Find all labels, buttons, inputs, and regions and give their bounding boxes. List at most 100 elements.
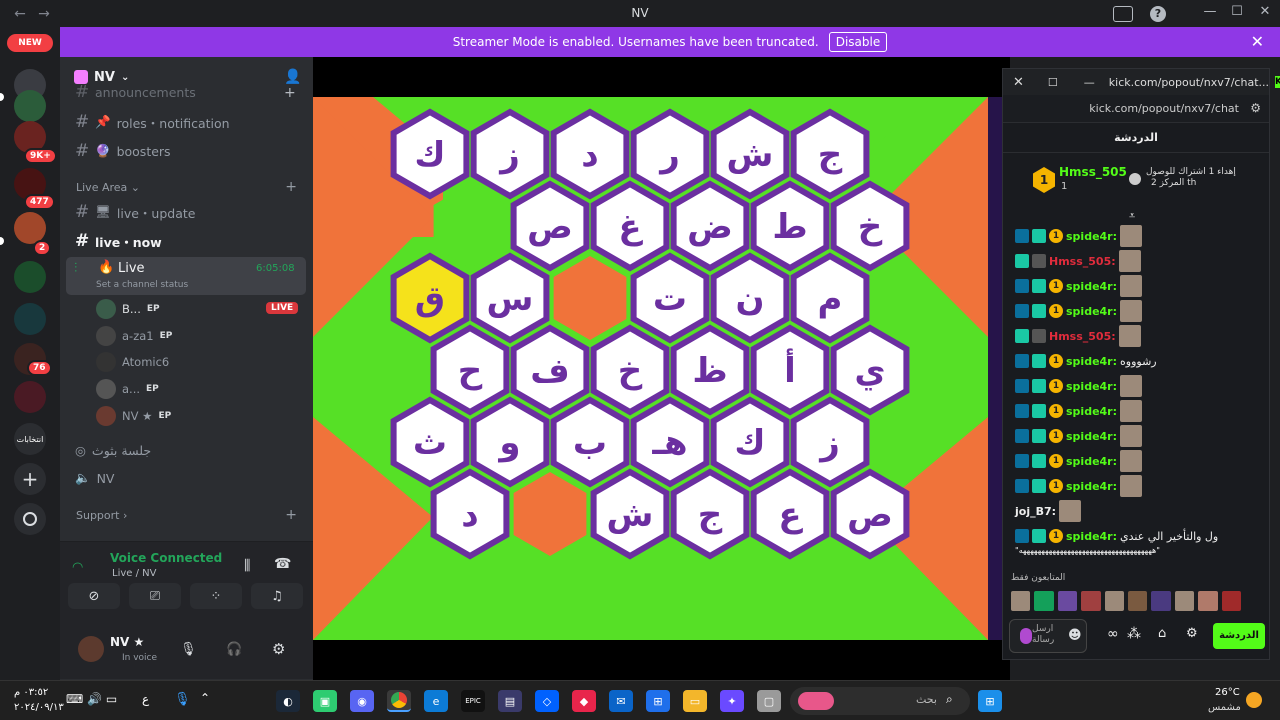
chrome-icon[interactable]	[387, 690, 411, 712]
tray-chevron-icon[interactable]: ⌃	[200, 691, 210, 705]
file-explorer-icon[interactable]: ▭	[683, 690, 707, 712]
close-icon[interactable]: ✕	[1013, 75, 1024, 90]
chat-message[interactable]: 1 spide4r: ول والتأخير الي عندي	[1015, 525, 1218, 547]
chat-username[interactable]: joj_B7:	[1015, 505, 1056, 518]
chat-username[interactable]: spide4r:	[1066, 305, 1117, 318]
category-support[interactable]: Support ›	[76, 509, 127, 522]
search-box[interactable]: بحث ⌕	[790, 687, 970, 715]
chat-settings-icon[interactable]: ⚙	[1186, 626, 1198, 641]
microphone-icon[interactable]: 🎙	[180, 642, 197, 657]
chat-username[interactable]: spide4r:	[1066, 355, 1117, 368]
store-icon[interactable]: ⌂	[1158, 626, 1166, 641]
discord-icon[interactable]: ◉	[350, 690, 374, 712]
hex-letter-board[interactable]: ك ز د ر ش ج ص غ ض ط خ ق س ت ن م ح ف خ ظ أ ي ث و ب هـ ك ز د ش ج ع ص	[313, 97, 988, 640]
hex-cell[interactable]	[513, 472, 587, 556]
add-server-icon[interactable]: +	[14, 463, 46, 495]
voice-channel-jalsa[interactable]: ◎ جلسة بثوث	[68, 437, 306, 463]
headphones-icon[interactable]: 🎧	[226, 642, 242, 657]
minimize-icon[interactable]: —	[1084, 76, 1095, 89]
server-icon-active[interactable]	[14, 261, 46, 293]
weather-temp[interactable]: 26°C	[1215, 687, 1240, 698]
chat-message[interactable]: joj_B7:	[1015, 500, 1082, 522]
add-channel-icon[interactable]: +	[285, 179, 297, 195]
close-button[interactable]: ✕	[1255, 4, 1275, 22]
channel-status[interactable]: Set a channel status	[96, 280, 188, 290]
chat-username[interactable]: spide4r:	[1066, 405, 1117, 418]
chat-input[interactable]: ارسل رسالة ☻	[1009, 619, 1087, 653]
chat-username[interactable]: spide4r:	[1066, 480, 1117, 493]
chat-message[interactable]: Hmss_505:	[1015, 325, 1141, 347]
epic-games-icon[interactable]: EPIC	[461, 690, 485, 712]
chat-message[interactable]: 1 spide4r:	[1015, 300, 1143, 322]
chat-username[interactable]: spide4r:	[1066, 230, 1117, 243]
inbox-icon[interactable]	[1113, 6, 1133, 22]
chat-username[interactable]: spide4r:	[1066, 280, 1117, 293]
discover-icon[interactable]	[14, 503, 46, 535]
user-avatar[interactable]	[78, 636, 104, 662]
voice-user[interactable]: a... EP	[96, 377, 159, 401]
app-icon[interactable]: ◆	[572, 690, 596, 712]
hex-cell[interactable]	[433, 184, 507, 268]
gifter-name[interactable]: Hmss_505	[1059, 165, 1127, 179]
voice-user[interactable]: NV ★ EP	[96, 404, 171, 428]
camera-off-button[interactable]: ⊘	[68, 583, 120, 609]
channel-live-update[interactable]: # 🖥 live・update	[68, 199, 306, 225]
tray-icons[interactable]: ⌨ 🔊 ▭	[66, 692, 117, 706]
dropbox-icon[interactable]: ◇	[535, 690, 559, 712]
voice-channel[interactable]: Live / NV	[112, 568, 156, 579]
chat-username[interactable]: Hmss_505:	[1049, 330, 1116, 343]
chat-message[interactable]: 1 spide4r:	[1015, 275, 1143, 297]
disable-button[interactable]: Disable	[828, 32, 888, 52]
clock-time[interactable]: ٠٣:٥٢ م	[14, 687, 48, 698]
app-icon[interactable]: ▤	[498, 690, 522, 712]
server-icon[interactable]	[14, 381, 46, 413]
emoji-icon[interactable]: ☻	[1068, 628, 1082, 643]
hex-cell[interactable]	[553, 256, 627, 340]
chat-username[interactable]: spide4r:	[1066, 380, 1117, 393]
disconnect-icon[interactable]: ☎	[274, 556, 291, 572]
stream-view[interactable]: ك ز د ر ش ج ص غ ض ط خ ق س ت ن م ح ف خ ظ أ ي ث و ب هـ ك ز د ش ج ع ص	[313, 57, 1010, 680]
chat-message[interactable]: 1 spide4r: رشوووه	[1015, 350, 1157, 372]
new-badge[interactable]: NEW	[7, 34, 53, 52]
soundboard-button[interactable]: ♫	[251, 583, 303, 609]
mic-icon[interactable]: 🎙	[174, 692, 191, 707]
channel-boosters[interactable]: # 🔮 boosters	[68, 138, 306, 164]
chat-send-button[interactable]: الدردشة	[1213, 623, 1265, 649]
url-bar[interactable]: kick.com/popout/nxv7/chat ⚙	[1003, 95, 1269, 123]
chat-message[interactable]: 1 spide4r:	[1015, 375, 1143, 397]
voice-channel-nv[interactable]: 🔈 NV	[68, 465, 306, 491]
chat-message[interactable]: 1 spide4r:	[1015, 400, 1143, 422]
store-icon[interactable]: ⊞	[646, 690, 670, 712]
voice-user[interactable]: Atomic6	[96, 350, 169, 374]
app-icon[interactable]: ▣	[313, 690, 337, 712]
server-icon[interactable]	[14, 303, 46, 335]
minimize-button[interactable]: —	[1200, 4, 1220, 22]
steam-icon[interactable]: ◐	[276, 690, 300, 712]
voice-user[interactable]: B... EP	[96, 297, 160, 321]
channel-roles[interactable]: # 📌 roles・notification	[68, 109, 306, 135]
chat-username[interactable]: spide4r:	[1066, 530, 1117, 543]
people-icon[interactable]: ⁂	[1127, 626, 1141, 642]
clock-date[interactable]: ٢٠٢٤/٠٩/١٣	[14, 702, 64, 713]
close-icon[interactable]: ✕	[1251, 32, 1264, 51]
chat-username[interactable]: spide4r:	[1066, 430, 1117, 443]
language-indicator[interactable]: ع	[142, 692, 149, 706]
noise-suppression-icon[interactable]: ⫼	[244, 558, 250, 574]
chat-message[interactable]: Hmss_505:	[1015, 250, 1141, 272]
add-channel-icon[interactable]: +	[285, 507, 297, 523]
app-icon[interactable]: ▢	[757, 690, 781, 712]
edge-icon[interactable]: e	[424, 690, 448, 712]
help-icon[interactable]: ?	[1150, 6, 1166, 22]
voice-channel-live[interactable]: ⫶ 🔥 Live 6:05:08 Set a channel status	[66, 257, 306, 295]
category-live-area[interactable]: Live Area ⌄	[76, 181, 140, 194]
voice-status[interactable]: Voice Connected	[110, 551, 222, 565]
infinity-icon[interactable]: ∞	[1107, 626, 1119, 642]
settings-gear-icon[interactable]: ⚙	[272, 640, 285, 658]
chat-username[interactable]: Hmss_505:	[1049, 255, 1116, 268]
maximize-icon[interactable]: ☐	[1048, 76, 1058, 89]
start-icon[interactable]: ⊞	[978, 690, 1002, 712]
activities-button[interactable]: ⁘	[190, 583, 242, 609]
scroll-down-icon[interactable]: ⩡	[1129, 209, 1135, 223]
server-icon[interactable]: انتخابات	[14, 423, 46, 455]
chat-username[interactable]: spide4r:	[1066, 455, 1117, 468]
